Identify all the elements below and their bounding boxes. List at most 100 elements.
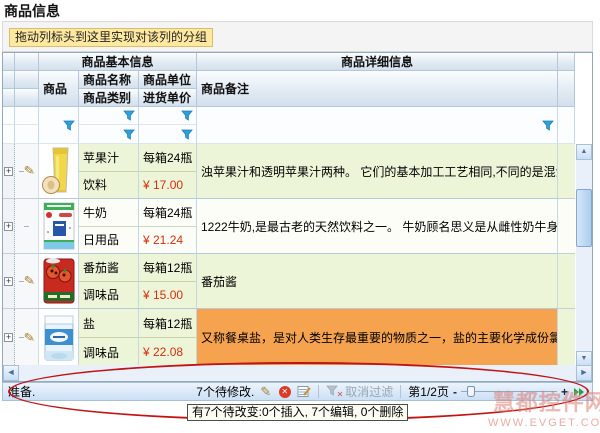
- unit-price-cell[interactable]: 每箱12瓶 ¥ 22.08: [139, 309, 197, 367]
- product-image-cell[interactable]: [39, 309, 79, 367]
- product-name[interactable]: 番茄酱: [79, 254, 138, 282]
- grouping-panel[interactable]: 拖动列标头到这里实现对该列的分组: [2, 21, 593, 52]
- group-header-basic[interactable]: 商品基本信息: [39, 53, 197, 71]
- filter-cell-product[interactable]: [39, 107, 79, 144]
- edit-changes-icon[interactable]: ✎: [258, 385, 273, 399]
- zoom-out-button[interactable]: -: [453, 385, 457, 399]
- tomato-sauce-image: [41, 256, 77, 306]
- product-name[interactable]: 牛奶: [79, 199, 138, 227]
- horizontal-scrollbar[interactable]: ◄ ►: [3, 365, 592, 381]
- column-header-name[interactable]: 商品名称: [79, 71, 139, 89]
- column-header-unit[interactable]: 商品单位: [139, 71, 197, 89]
- product-category[interactable]: 日用品: [79, 227, 138, 254]
- watermark-url: WWW.EVGET.COM: [488, 417, 600, 429]
- product-note[interactable]: 番茄酱: [197, 254, 558, 309]
- row-header: +: [3, 144, 15, 199]
- product-unit[interactable]: 每箱24瓶: [139, 144, 196, 172]
- filter-cell-unit[interactable]: [139, 107, 197, 125]
- filter-cell-price[interactable]: [139, 125, 197, 144]
- row-edit-indicator: [15, 199, 39, 254]
- column-header-product[interactable]: 商品: [39, 71, 79, 107]
- unit-price-cell[interactable]: 每箱12瓶 ¥ 15.00: [139, 254, 197, 309]
- filter-icon[interactable]: [123, 110, 135, 121]
- expand-icon[interactable]: +: [4, 277, 13, 286]
- product-name[interactable]: 盐: [79, 309, 138, 338]
- zoom-in-button[interactable]: +: [561, 385, 568, 399]
- expand-icon[interactable]: +: [4, 167, 13, 176]
- zoom-slider[interactable]: [461, 385, 557, 398]
- product-name[interactable]: 苹果汁: [79, 144, 138, 172]
- filter-icon[interactable]: [542, 120, 554, 131]
- filter-icon[interactable]: [123, 129, 135, 140]
- product-category[interactable]: 调味品: [79, 338, 138, 366]
- product-unit[interactable]: 每箱24瓶: [139, 199, 196, 227]
- column-header-category[interactable]: 商品类别: [79, 89, 139, 107]
- scroll-up-button[interactable]: ▲: [576, 144, 592, 160]
- filter-cell-note[interactable]: [197, 107, 558, 144]
- header-filler: [558, 53, 575, 71]
- filter-icon[interactable]: [181, 129, 193, 140]
- filter-cell-category[interactable]: [79, 125, 139, 144]
- filter-corner: [3, 125, 15, 144]
- name-category-cell[interactable]: 盐 调味品: [79, 309, 139, 367]
- column-header-price[interactable]: 进货单价: [139, 89, 197, 107]
- vertical-scroll-thumb[interactable]: [576, 189, 592, 247]
- expand-icon[interactable]: +: [4, 333, 13, 342]
- edited-pencil-icon: ✎: [22, 272, 35, 289]
- grid-table: 商品基本信息 商品详细信息 商品 商品名称 商品单位 商品备注 商品类别 进货单…: [3, 53, 575, 367]
- product-note-selected[interactable]: 又称餐桌盐，是对人类生存最重要的物质之一，盐的主要化学成份氯化钠（化学...: [197, 309, 558, 367]
- product-price[interactable]: ¥ 22.08: [139, 338, 196, 366]
- header-corner: [3, 89, 15, 107]
- row-header: +: [3, 254, 15, 309]
- row-filler: [558, 254, 575, 309]
- scroll-left-button[interactable]: ◄: [3, 365, 19, 381]
- product-category[interactable]: 饮料: [79, 172, 138, 199]
- cancel-filter-label[interactable]: 取消过滤: [345, 383, 393, 400]
- name-category-cell[interactable]: 牛奶 日用品: [79, 199, 139, 254]
- filter-icon[interactable]: [63, 120, 75, 131]
- header-corner: [15, 53, 39, 71]
- unit-price-cell[interactable]: 每箱24瓶 ¥ 21.24: [139, 199, 197, 254]
- row-edit-indicator: ✎: [15, 254, 39, 309]
- group-header-detail[interactable]: 商品详细信息: [197, 53, 558, 71]
- product-price[interactable]: ¥ 15.00: [139, 282, 196, 309]
- product-image-cell[interactable]: [39, 254, 79, 309]
- product-note[interactable]: 1222牛奶,是最古老的天然饮料之一。 牛奶顾名思义是从雌性奶牛身上所挤出来的.…: [197, 199, 558, 254]
- product-image-cell[interactable]: [39, 199, 79, 254]
- edited-pencil-icon: ✎: [22, 329, 35, 346]
- name-category-cell[interactable]: 番茄酱 调味品: [79, 254, 139, 309]
- filter-cell-name[interactable]: [79, 107, 139, 125]
- header-corner: [3, 53, 15, 71]
- name-category-cell[interactable]: 苹果汁 饮料: [79, 144, 139, 199]
- column-header-note[interactable]: 商品备注: [197, 71, 558, 107]
- page-title: 商品信息: [4, 1, 60, 21]
- scroll-right-button[interactable]: ►: [576, 365, 592, 381]
- grouping-hint: 拖动列标头到这里实现对该列的分组: [9, 28, 213, 47]
- fit-page-icon[interactable]: [572, 385, 587, 399]
- status-bar: 准备. 7个待修改. ✎ ✕ ✕ 取消过滤 第1/2页 - +: [2, 382, 593, 401]
- product-unit[interactable]: 每箱12瓶: [139, 254, 196, 282]
- product-grid: 商品基本信息 商品详细信息 商品 商品名称 商品单位 商品备注 商品类别 进货单…: [2, 52, 593, 382]
- tree-dash: [24, 226, 29, 227]
- product-image-cell[interactable]: [39, 144, 79, 199]
- cancel-filter-icon[interactable]: ✕: [326, 385, 341, 398]
- product-price[interactable]: ¥ 21.24: [139, 227, 196, 254]
- salt-image: [41, 313, 77, 363]
- product-unit[interactable]: 每箱12瓶: [139, 309, 196, 338]
- unit-price-cell[interactable]: 每箱24瓶 ¥ 17.00: [139, 144, 197, 199]
- row-filler: [558, 309, 575, 367]
- row-filler: [558, 199, 575, 254]
- expand-icon[interactable]: +: [4, 222, 13, 231]
- header-filler: [558, 71, 575, 107]
- status-separator: [318, 385, 319, 398]
- row-header: +: [3, 309, 15, 367]
- update-data-icon[interactable]: [296, 385, 311, 399]
- product-category[interactable]: 调味品: [79, 282, 138, 309]
- cancel-changes-icon[interactable]: ✕: [277, 385, 292, 399]
- product-note[interactable]: 浊苹果汁和透明苹果汁两种。 它们的基本加工工艺相同,不同的是混浊苹果汁采用...: [197, 144, 558, 199]
- vertical-scrollbar[interactable]: ▲ ▼: [576, 144, 592, 367]
- product-price[interactable]: ¥ 17.00: [139, 172, 196, 199]
- zoom-slider-thumb[interactable]: [467, 386, 475, 397]
- filter-corner: [15, 107, 39, 125]
- filter-icon[interactable]: [181, 110, 193, 121]
